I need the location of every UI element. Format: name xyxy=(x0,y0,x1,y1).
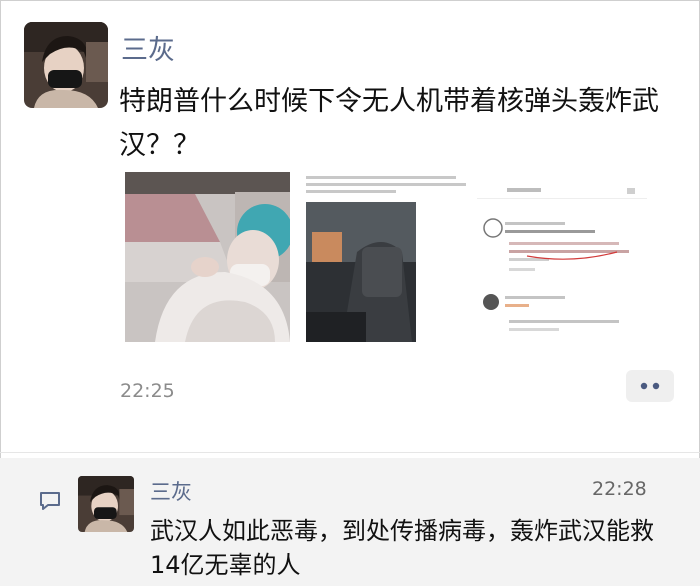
comment-author-avatar[interactable] xyxy=(78,476,134,532)
avatar-image xyxy=(24,22,108,108)
comment-author-name[interactable]: 三灰 xyxy=(150,476,192,506)
section-divider xyxy=(0,452,700,453)
post-image-3[interactable] xyxy=(477,182,647,342)
comment-text[interactable]: 武汉人如此恶毒，到处传播病毒，轰炸武汉能救14亿无辜的人 xyxy=(150,514,670,582)
post-author-name[interactable]: 三灰 xyxy=(121,28,175,67)
more-actions-button[interactable] xyxy=(626,370,674,402)
post-image-1[interactable] xyxy=(125,172,290,342)
post-author-avatar[interactable] xyxy=(24,22,108,108)
image-selfie-car xyxy=(125,172,290,342)
image-comment-screenshot xyxy=(477,182,647,342)
comment-time: 22:28 xyxy=(592,478,647,500)
post-text: 特朗普什么时候下令无人机带着核弹头轰炸武汉？？ xyxy=(119,86,659,161)
post-time: 22:25 xyxy=(120,380,175,402)
image-screenshot-car xyxy=(302,172,467,342)
post-image-2[interactable] xyxy=(302,172,467,342)
avatar-image xyxy=(78,476,134,532)
comment-icon xyxy=(38,490,62,516)
more-dots-icon xyxy=(640,382,660,390)
